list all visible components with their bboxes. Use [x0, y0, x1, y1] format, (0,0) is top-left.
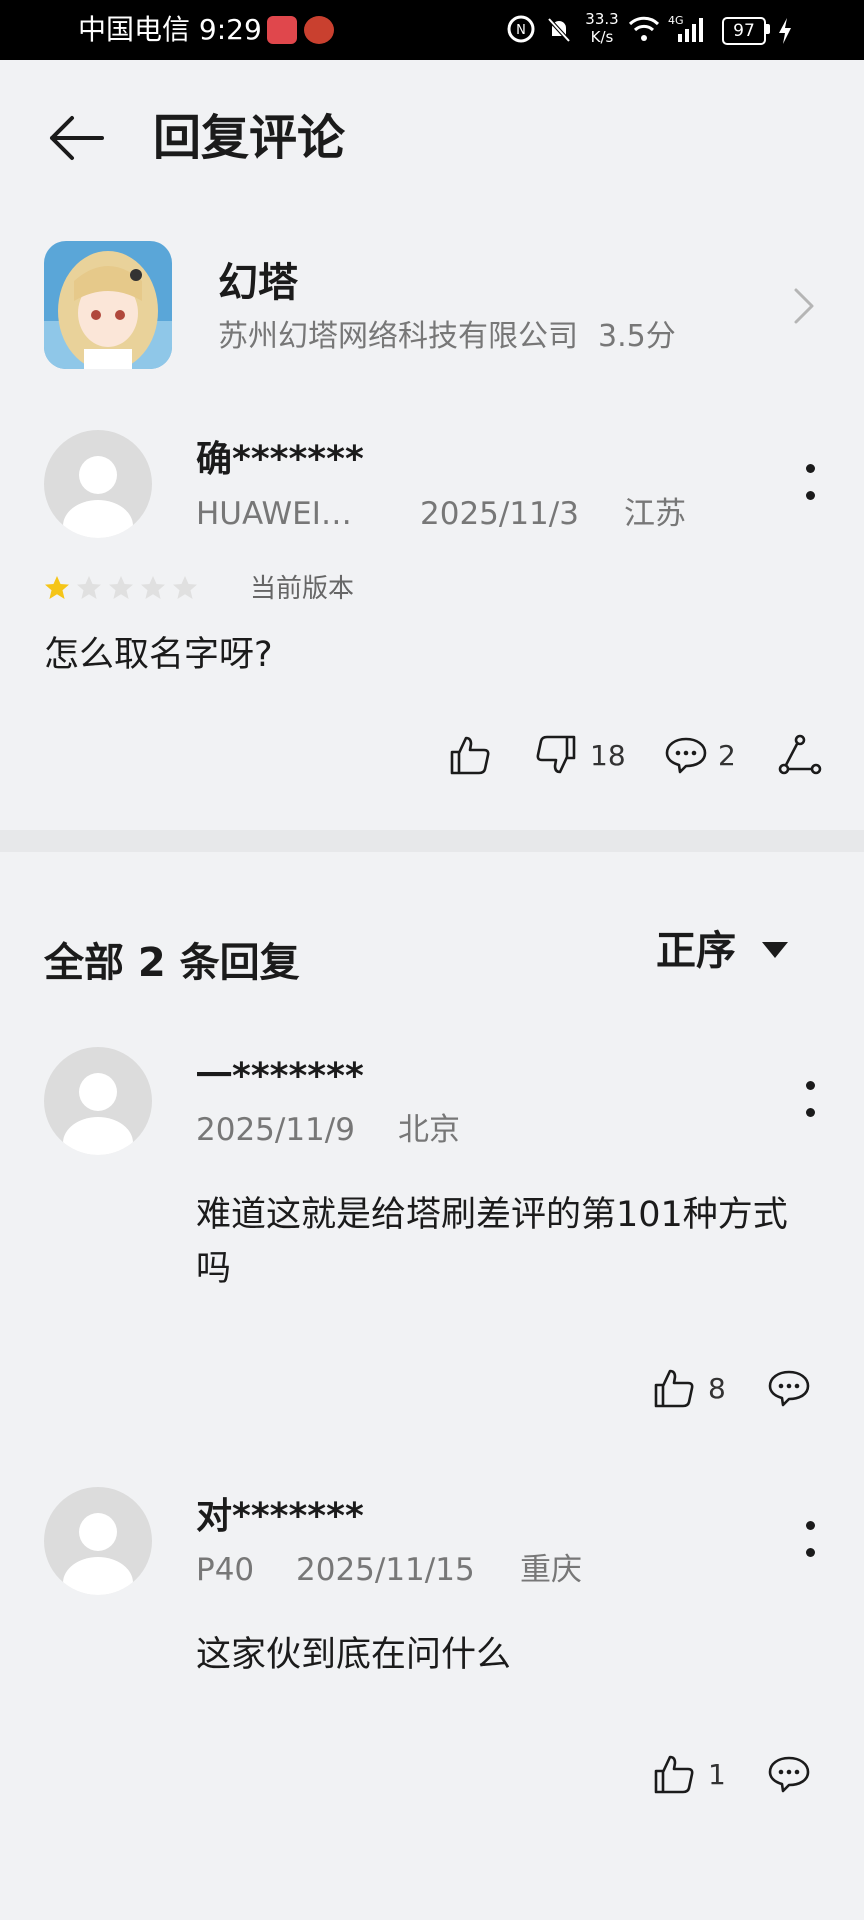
- avatar-head: [79, 456, 117, 494]
- dislike-count: 18: [590, 739, 626, 772]
- huawei-notification-icon: [267, 16, 297, 44]
- dislike-button[interactable]: [534, 733, 578, 777]
- status-bar: 中国电信 9:29 N 33.3 K/s 4G 97: [0, 0, 864, 60]
- more-options-icon[interactable]: [804, 460, 816, 504]
- more-options-icon[interactable]: [804, 1517, 816, 1561]
- page-title: 回复评论: [153, 110, 346, 166]
- comment-button[interactable]: [767, 1366, 811, 1410]
- reply-text: 难道这就是给塔刷差评的第101种方式吗: [196, 1195, 788, 1289]
- back-button[interactable]: [46, 108, 106, 168]
- app-info-row[interactable]: 幻塔 苏州幻塔网络科技有限公司 3.5分: [0, 230, 864, 380]
- star-icon: [173, 576, 197, 599]
- avatar[interactable]: [44, 1487, 152, 1595]
- thumbs-up-icon: [654, 1369, 694, 1408]
- app-meta: 苏州幻塔网络科技有限公司 3.5分: [218, 318, 676, 356]
- carrier-time: 中国电信 9:29: [78, 13, 262, 46]
- reply-text: 这家伙到底在问什么: [196, 1635, 512, 1675]
- reply-username: 对*******: [196, 1496, 364, 1537]
- like-button[interactable]: [652, 1752, 696, 1796]
- share-icon: [778, 734, 822, 775]
- review-date: 2025/11/3: [420, 496, 579, 532]
- like-count: 1: [708, 1758, 726, 1791]
- avatar-body: [63, 500, 133, 538]
- reply-date: 2025/11/15: [296, 1552, 475, 1588]
- app-icon: [44, 241, 172, 369]
- reply-location: 重庆: [520, 1552, 582, 1588]
- comment-count: 2: [718, 739, 736, 772]
- app-name: 幻塔: [218, 260, 298, 306]
- review-device: HUAWEI…: [196, 496, 352, 532]
- reply-username: 一*******: [196, 1056, 364, 1097]
- battery-cap: [766, 24, 770, 34]
- nfc-icon: N: [506, 14, 536, 51]
- review-username: 确*******: [196, 439, 364, 480]
- star-icon: [45, 576, 69, 599]
- network-speed: 33.3 K/s: [585, 10, 619, 46]
- battery-icon: 97: [722, 17, 766, 45]
- dropdown-arrow-icon[interactable]: [762, 942, 788, 960]
- sort-label: 正序: [656, 928, 736, 974]
- chevron-right-icon: [788, 284, 818, 328]
- replies-title: 全部 2 条回复: [44, 940, 300, 986]
- like-button[interactable]: [448, 733, 492, 777]
- back-arrow-icon: [50, 116, 104, 160]
- comment-icon: [768, 1756, 810, 1793]
- reply-date: 2025/11/9: [196, 1112, 355, 1148]
- reply-device: P40: [196, 1552, 255, 1588]
- more-options-icon[interactable]: [804, 1077, 816, 1121]
- app-rating: 3.5分: [598, 319, 676, 354]
- app-notification-icon: [304, 16, 334, 44]
- review-text: 怎么取名字呀?: [44, 635, 273, 675]
- thumbs-up-icon: [450, 736, 490, 775]
- sort-dropdown[interactable]: 正序: [656, 926, 736, 976]
- share-button[interactable]: [778, 733, 822, 777]
- avatar[interactable]: [44, 430, 152, 538]
- avatar-head: [79, 1073, 117, 1111]
- star-icon: [77, 576, 101, 599]
- reply-location: 北京: [398, 1112, 460, 1148]
- wifi-icon: [628, 14, 660, 51]
- like-button[interactable]: [652, 1366, 696, 1410]
- app-developer: 苏州幻塔网络科技有限公司: [218, 319, 578, 354]
- section-divider: [0, 830, 864, 852]
- mute-bell-icon: [544, 14, 574, 51]
- avatar-body: [63, 1557, 133, 1595]
- comment-button[interactable]: [767, 1752, 811, 1796]
- version-label: 当前版本: [250, 574, 355, 604]
- comment-button[interactable]: [664, 733, 708, 777]
- svg-text:N: N: [516, 23, 526, 38]
- avatar-body: [63, 1117, 133, 1155]
- thumbs-up-icon: [654, 1755, 694, 1794]
- signal-icon: [672, 0, 712, 60]
- avatar[interactable]: [44, 1047, 152, 1155]
- star-icon: [141, 576, 165, 599]
- star-icon: [109, 576, 133, 599]
- avatar-head: [79, 1513, 117, 1551]
- thumbs-down-icon: [536, 735, 576, 774]
- like-count: 8: [708, 1372, 726, 1405]
- comment-icon: [768, 1370, 810, 1407]
- comment-icon: [665, 737, 707, 774]
- review-location: 江苏: [624, 496, 686, 532]
- charging-icon: [778, 18, 792, 48]
